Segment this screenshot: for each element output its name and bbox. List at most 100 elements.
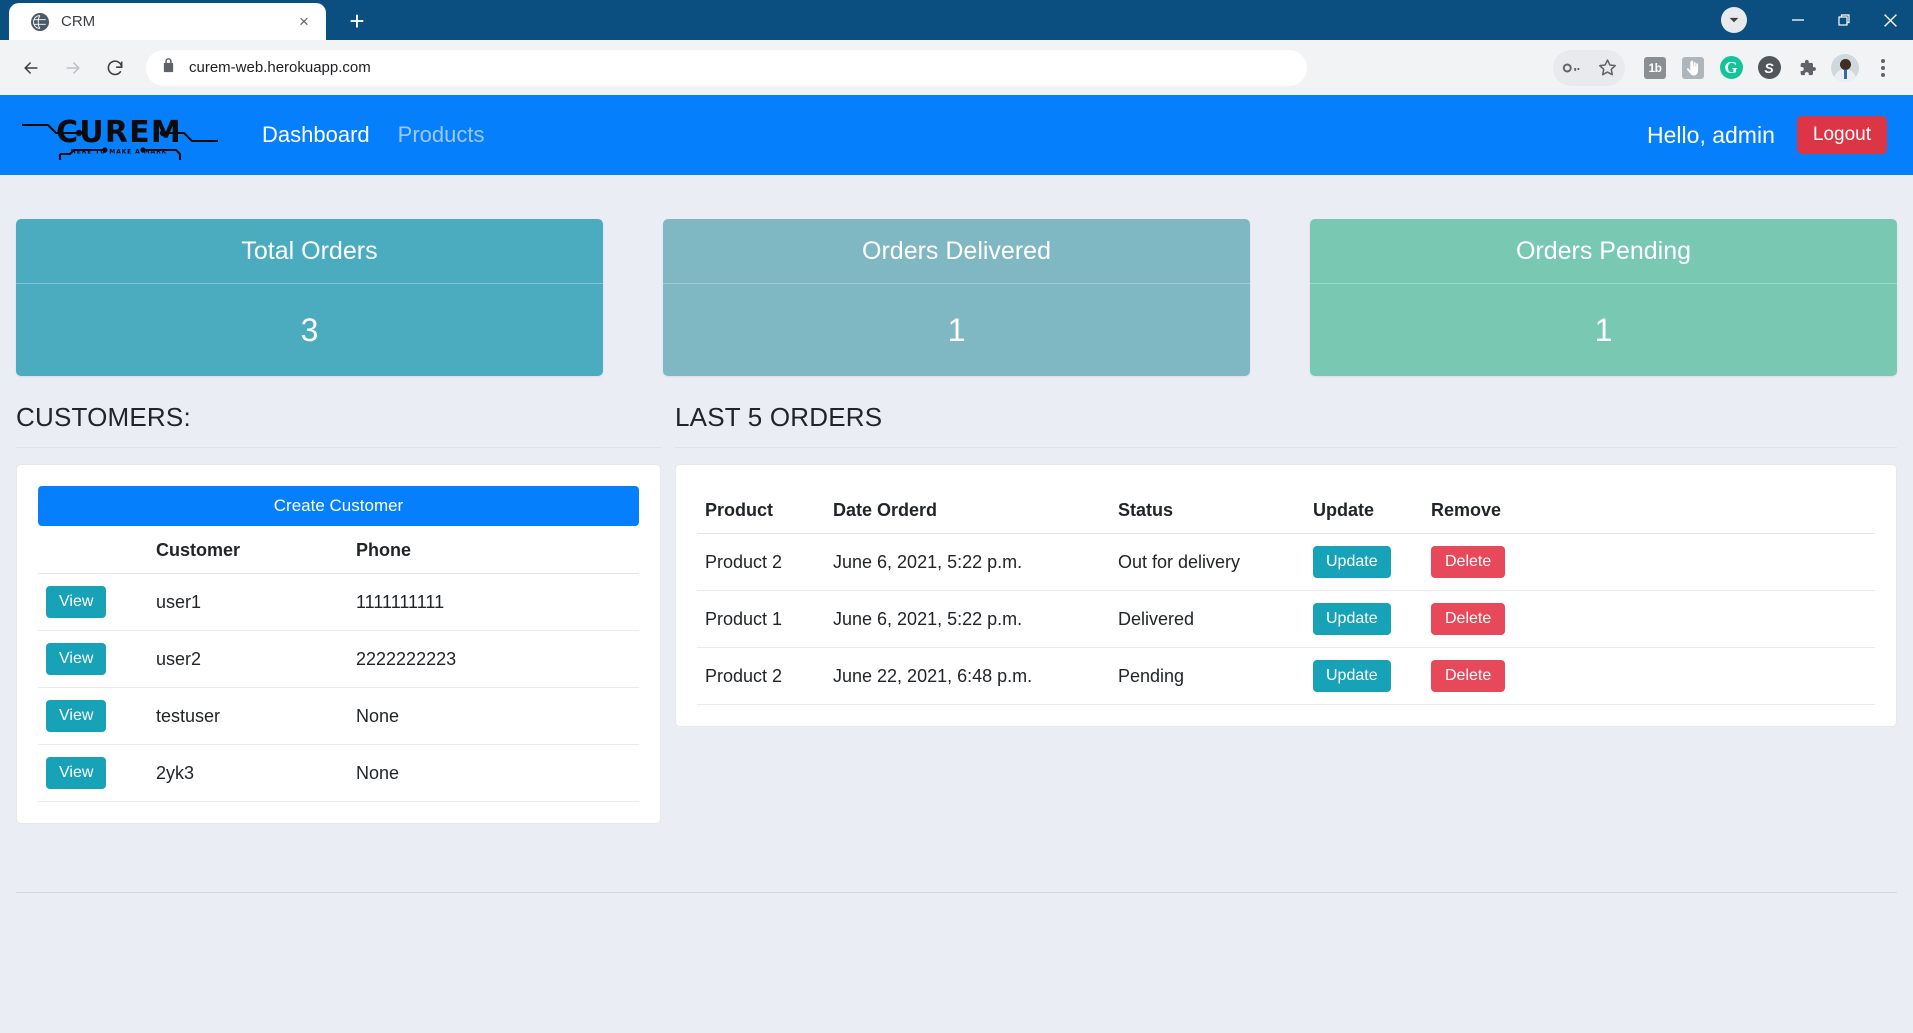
skype-icon[interactable]: S bbox=[1751, 50, 1787, 86]
table-row: View 2yk3 None bbox=[38, 744, 639, 802]
browser-toolbar: curem-web.herokuapp.com 1b G S bbox=[0, 40, 1913, 95]
stat-card-orders-delivered: Orders Delivered 1 bbox=[663, 219, 1250, 376]
view-customer-button[interactable]: View bbox=[46, 700, 107, 732]
customers-table: Customer Phone View user1 1111111111 Vie… bbox=[38, 526, 639, 802]
update-order-button[interactable]: Update bbox=[1313, 603, 1391, 635]
profile-avatar-icon[interactable] bbox=[1827, 50, 1863, 86]
chrome-menu-icon[interactable] bbox=[1865, 50, 1901, 86]
customers-cell-action: View bbox=[38, 573, 148, 631]
page-footer-divider bbox=[16, 892, 1897, 893]
stat-card-value: 1 bbox=[1594, 311, 1613, 348]
orders-cell-remove: Delete bbox=[1423, 590, 1875, 648]
orders-col-remove: Remove bbox=[1423, 486, 1875, 534]
dashboard-content: Total Orders 3 Orders Delivered 1 Orders… bbox=[0, 175, 1913, 893]
extensions-puzzle-icon[interactable] bbox=[1789, 50, 1825, 86]
user-greeting: Hello, admin bbox=[1647, 121, 1775, 148]
stat-card-orders-pending: Orders Pending 1 bbox=[1310, 219, 1897, 376]
create-customer-button[interactable]: Create Customer bbox=[38, 486, 639, 526]
stat-card-value: 3 bbox=[300, 311, 319, 348]
view-customer-button[interactable]: View bbox=[46, 757, 107, 789]
navbar-user-area: Hello, admin Logout bbox=[1647, 116, 1887, 154]
view-customer-button[interactable]: View bbox=[46, 643, 107, 675]
close-tab-icon[interactable]: × bbox=[292, 10, 316, 34]
skype-label: S bbox=[1757, 56, 1781, 79]
back-button-icon[interactable] bbox=[12, 49, 50, 87]
customers-cell-phone: 1111111111 bbox=[348, 573, 639, 631]
main-nav-links: Dashboard Products bbox=[262, 122, 484, 148]
site-navbar: CUREM HERE TO MAKE A MARK Dashboard Prod… bbox=[0, 95, 1913, 175]
browser-tab-title: CRM bbox=[61, 13, 96, 30]
extension-1b-icon[interactable]: 1b bbox=[1637, 50, 1673, 86]
nav-link-products[interactable]: Products bbox=[398, 122, 485, 148]
window-close-button[interactable] bbox=[1867, 0, 1913, 40]
orders-card: Product Date Orderd Status Update Remove… bbox=[675, 464, 1897, 727]
kebab-glyph bbox=[1881, 58, 1885, 77]
customers-cell-phone: None bbox=[348, 687, 639, 745]
hand-cursor-glyph bbox=[1682, 56, 1704, 79]
orders-cell-status: Pending bbox=[1110, 647, 1305, 705]
window-minimize-button[interactable] bbox=[1775, 0, 1821, 40]
new-tab-button[interactable]: + bbox=[340, 4, 374, 38]
grammarly-icon[interactable]: G bbox=[1713, 50, 1749, 86]
delete-order-button[interactable]: Delete bbox=[1431, 546, 1506, 578]
orders-cell-status: Delivered bbox=[1110, 590, 1305, 648]
customers-cell-action: View bbox=[38, 687, 148, 745]
extension-hand-cursor-icon[interactable] bbox=[1675, 50, 1711, 86]
window-maximize-button[interactable] bbox=[1821, 0, 1867, 40]
customers-cell-name: user1 bbox=[148, 573, 348, 631]
stat-card-total-orders: Total Orders 3 bbox=[16, 219, 603, 376]
logout-button[interactable]: Logout bbox=[1796, 116, 1887, 154]
reload-button-icon[interactable] bbox=[96, 49, 134, 87]
extension-1b-label: 1b bbox=[1644, 56, 1666, 79]
orders-cell-date: June 6, 2021, 5:22 p.m. bbox=[825, 590, 1110, 648]
view-customer-button[interactable]: View bbox=[46, 586, 107, 618]
customers-divider bbox=[16, 447, 661, 448]
globe-icon bbox=[31, 12, 49, 31]
update-order-button[interactable]: Update bbox=[1313, 660, 1391, 692]
orders-cell-product: Product 2 bbox=[697, 533, 825, 591]
customers-cell-action: View bbox=[38, 630, 148, 688]
panels-row: Create Customer Customer Phone View user… bbox=[16, 464, 1897, 824]
page-body: CUREM HERE TO MAKE A MARK Dashboard Prod… bbox=[0, 95, 1913, 1033]
orders-cell-date: June 6, 2021, 5:22 p.m. bbox=[825, 533, 1110, 591]
nav-link-dashboard[interactable]: Dashboard bbox=[262, 122, 370, 148]
orders-col-status: Status bbox=[1110, 486, 1305, 534]
table-row: Product 2 June 6, 2021, 5:22 p.m. Out fo… bbox=[697, 533, 1875, 591]
delete-order-button[interactable]: Delete bbox=[1431, 603, 1506, 635]
customers-cell-phone: None bbox=[348, 744, 639, 802]
customers-heading: CUSTOMERS: bbox=[16, 402, 191, 432]
download-badge-icon[interactable] bbox=[1721, 7, 1747, 33]
password-key-icon[interactable] bbox=[1553, 50, 1589, 86]
orders-cell-product: Product 1 bbox=[697, 590, 825, 648]
orders-cell-remove: Delete bbox=[1423, 533, 1875, 591]
customers-col-customer: Customer bbox=[148, 526, 348, 574]
delete-order-button[interactable]: Delete bbox=[1431, 660, 1506, 692]
orders-divider bbox=[675, 447, 1897, 448]
forward-button-icon[interactable] bbox=[54, 49, 92, 87]
avatar bbox=[1831, 53, 1859, 82]
grammarly-label: G bbox=[1719, 56, 1743, 79]
customers-table-header-row: Customer Phone bbox=[38, 526, 639, 574]
orders-table-header-row: Product Date Orderd Status Update Remove bbox=[697, 486, 1875, 534]
window-controls bbox=[1721, 0, 1913, 40]
bookmark-star-icon[interactable] bbox=[1589, 50, 1625, 86]
orders-col-product: Product bbox=[697, 486, 825, 534]
address-bar-url: curem-web.herokuapp.com bbox=[189, 59, 371, 76]
update-order-button[interactable]: Update bbox=[1313, 546, 1391, 578]
stat-card-title: Total Orders bbox=[16, 219, 603, 284]
stats-cards-row: Total Orders 3 Orders Delivered 1 Orders… bbox=[16, 175, 1897, 376]
orders-col-date: Date Orderd bbox=[825, 486, 1110, 534]
orders-table: Product Date Orderd Status Update Remove… bbox=[697, 486, 1875, 705]
section-headings-row: CUSTOMERS: LAST 5 ORDERS bbox=[16, 402, 1897, 448]
customers-cell-action: View bbox=[38, 744, 148, 802]
orders-cell-remove: Delete bbox=[1423, 647, 1875, 705]
stat-card-title: Orders Delivered bbox=[663, 219, 1250, 284]
customers-cell-name: 2yk3 bbox=[148, 744, 348, 802]
table-row: View user2 2222222223 bbox=[38, 630, 639, 688]
customers-col-phone: Phone bbox=[348, 526, 639, 574]
address-bar[interactable]: curem-web.herokuapp.com bbox=[146, 49, 1307, 86]
curem-logo[interactable]: CUREM HERE TO MAKE A MARK bbox=[16, 107, 222, 163]
browser-tab[interactable]: CRM × bbox=[9, 3, 326, 40]
customers-cell-phone: 2222222223 bbox=[348, 630, 639, 688]
browser-tab-strip: CRM × + bbox=[0, 0, 1913, 40]
